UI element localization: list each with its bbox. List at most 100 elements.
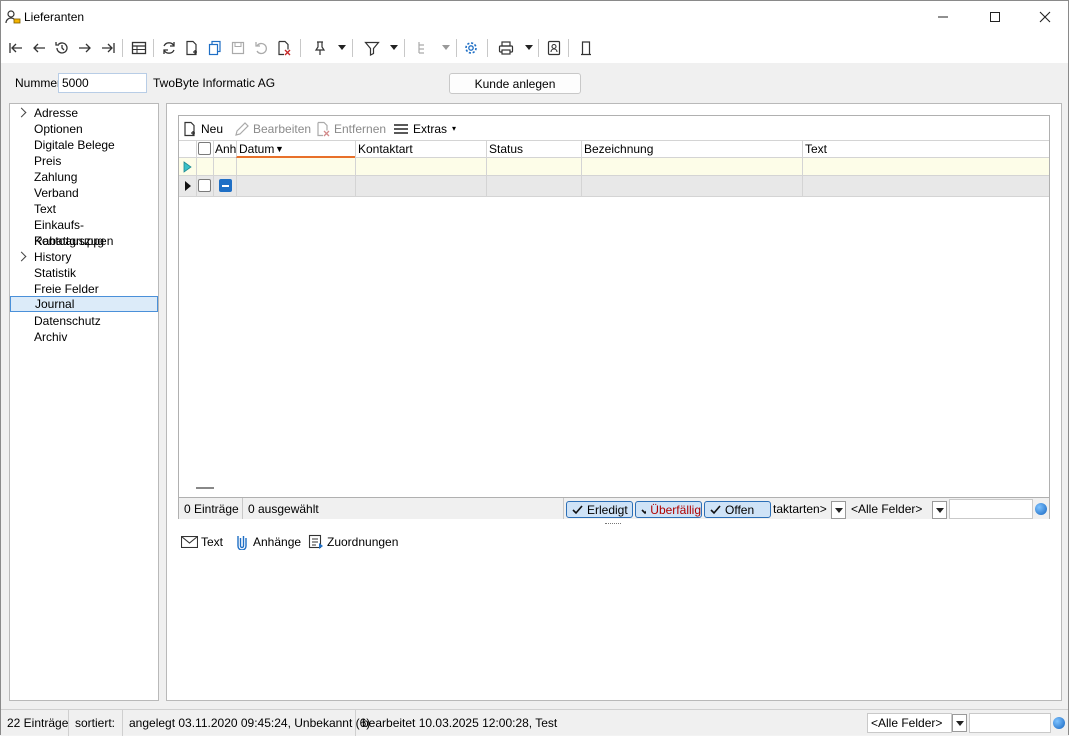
column-header-kontaktart[interactable]: Kontaktart bbox=[355, 141, 486, 158]
nav-item-optionen[interactable]: Optionen bbox=[10, 121, 158, 137]
printer-icon bbox=[498, 41, 514, 55]
nav-item-text[interactable]: Text bbox=[10, 201, 158, 217]
nav-item-preis[interactable]: Preis bbox=[10, 153, 158, 169]
nav-item-digitale-belege[interactable]: Digitale Belege bbox=[10, 137, 158, 153]
grid-cell bbox=[196, 176, 211, 196]
hierarchy-icon bbox=[418, 42, 424, 54]
statusbar-felder-dropdown-button[interactable] bbox=[952, 714, 967, 732]
anhaenge-tab[interactable]: Anhänge bbox=[235, 533, 301, 551]
chevron-down-icon: ▾ bbox=[452, 124, 457, 133]
filter-dropdown-arrow[interactable] bbox=[390, 45, 398, 50]
extras-menu[interactable]: Extras ▾ bbox=[393, 120, 456, 137]
grid-search-input[interactable] bbox=[949, 499, 1033, 519]
settings-button[interactable] bbox=[460, 37, 482, 59]
undo-icon bbox=[255, 42, 267, 55]
maximize-button[interactable] bbox=[972, 1, 1018, 33]
pin-button[interactable] bbox=[309, 37, 331, 59]
previous-record-button[interactable] bbox=[28, 37, 50, 59]
column-header-status[interactable]: Status bbox=[486, 141, 581, 158]
bearbeiten-button[interactable]: Bearbeiten bbox=[234, 120, 311, 137]
felder-dropdown-button[interactable] bbox=[932, 501, 947, 519]
search-globe-icon[interactable] bbox=[1035, 503, 1047, 515]
nummer-field[interactable]: 5000 bbox=[58, 73, 147, 93]
kunde-anlegen-button[interactable]: Kunde anlegen bbox=[449, 73, 581, 94]
contact-card-button[interactable] bbox=[543, 37, 565, 59]
minimize-button[interactable] bbox=[920, 1, 966, 33]
nav-item-kontoauszug[interactable]: Kontoauszug bbox=[10, 233, 158, 249]
column-label: Datum bbox=[239, 142, 275, 156]
filter-ueberfaellig-toggle[interactable]: Überfällig bbox=[635, 501, 702, 518]
entfernen-button[interactable]: Entfernen bbox=[315, 120, 386, 137]
select-all-checkbox[interactable] bbox=[198, 142, 211, 155]
arrow-left-icon bbox=[33, 43, 45, 53]
first-record-button[interactable] bbox=[5, 37, 27, 59]
nav-item-freie-felder[interactable]: Freie Felder bbox=[10, 281, 158, 297]
next-record-button[interactable] bbox=[74, 37, 96, 59]
chevron-right-icon[interactable] bbox=[16, 251, 27, 262]
grid-cell bbox=[581, 176, 582, 196]
undo-button[interactable] bbox=[250, 37, 272, 59]
status-created: angelegt 03.11.2020 09:45:24, Unbekannt … bbox=[123, 710, 370, 736]
hierarchy-dropdown-arrow[interactable] bbox=[442, 45, 450, 50]
nav-item-datenschutz[interactable]: Datenschutz bbox=[10, 313, 158, 329]
column-header-datum[interactable]: Datum ▼ bbox=[236, 141, 355, 158]
grid-cell bbox=[355, 176, 356, 196]
last-record-button[interactable] bbox=[97, 37, 119, 59]
statusbar-globe-icon[interactable] bbox=[1053, 717, 1065, 729]
toolbar-separator bbox=[487, 39, 488, 57]
kontaktarten-filter-combo[interactable]: taktarten> bbox=[773, 500, 829, 520]
extras-label: Extras bbox=[413, 121, 448, 136]
new-document-button[interactable] bbox=[181, 37, 203, 59]
nav-item-zahlung[interactable]: Zahlung bbox=[10, 169, 158, 185]
grid-cell bbox=[355, 158, 356, 175]
copy-button[interactable] bbox=[204, 37, 226, 59]
zuordnungen-tab[interactable]: Zuordnungen bbox=[308, 533, 398, 551]
company-name: TwoByte Informatic AG bbox=[153, 76, 276, 90]
nav-item-label: Digitale Belege bbox=[34, 138, 115, 152]
panel-splitter-grip[interactable] bbox=[605, 523, 621, 525]
filter-offen-toggle[interactable]: Offen bbox=[704, 501, 771, 518]
close-button[interactable] bbox=[1022, 1, 1068, 33]
nav-item-einkaufs-rabattgruppen[interactable]: Einkaufs-Rabattgruppen bbox=[10, 217, 158, 248]
column-header-anhaenge[interactable]: Anhänge bbox=[213, 141, 236, 158]
exit-button[interactable] bbox=[575, 37, 597, 59]
statusbar-search-input[interactable] bbox=[969, 713, 1051, 733]
history-button[interactable] bbox=[51, 37, 73, 59]
statusbar-felder-combo[interactable]: <Alle Felder> bbox=[867, 713, 952, 733]
refresh-button[interactable] bbox=[158, 37, 180, 59]
splitter-grip[interactable] bbox=[196, 487, 214, 489]
status-bar: 22 Einträge sortiert: angelegt 03.11.202… bbox=[1, 709, 1068, 736]
select-all-header bbox=[196, 141, 213, 158]
filter-erledigt-toggle[interactable]: Erledigt bbox=[566, 501, 633, 518]
nav-item-archiv[interactable]: Archiv bbox=[10, 329, 158, 345]
nav-item-journal[interactable]: Journal bbox=[10, 296, 158, 312]
table-view-button[interactable] bbox=[128, 37, 150, 59]
text-tab[interactable]: Text bbox=[181, 533, 223, 551]
column-header-bezeichnung[interactable]: Bezeichnung bbox=[581, 141, 802, 158]
print-button[interactable] bbox=[495, 37, 517, 59]
kontaktarten-dropdown-button[interactable] bbox=[831, 501, 846, 519]
pin-dropdown-arrow[interactable] bbox=[338, 45, 346, 50]
title-bar: Lieferanten bbox=[1, 1, 1068, 33]
nav-item-verband[interactable]: Verband bbox=[10, 185, 158, 201]
nav-item-statistik[interactable]: Statistik bbox=[10, 265, 158, 281]
group-row[interactable] bbox=[179, 176, 1049, 197]
filter-button[interactable] bbox=[361, 37, 383, 59]
save-button[interactable] bbox=[227, 37, 249, 59]
new-entry-row[interactable] bbox=[179, 158, 1049, 176]
felder-filter-combo[interactable]: <Alle Felder> bbox=[848, 500, 932, 520]
row-checkbox[interactable] bbox=[198, 179, 211, 192]
grid-entries-count: 0 Einträge bbox=[184, 502, 239, 516]
nav-item-adresse[interactable]: Adresse bbox=[10, 105, 158, 121]
row-indicator-header bbox=[179, 141, 196, 158]
chevron-right-icon[interactable] bbox=[16, 107, 27, 118]
print-dropdown-arrow[interactable] bbox=[525, 45, 533, 50]
nav-item-history[interactable]: History bbox=[10, 249, 158, 265]
hierarchy-button[interactable] bbox=[412, 37, 434, 59]
history-icon bbox=[55, 42, 68, 54]
column-header-text[interactable]: Text bbox=[802, 141, 1049, 158]
collapse-icon[interactable] bbox=[219, 179, 232, 192]
neu-button[interactable]: Neu bbox=[182, 120, 223, 137]
delete-record-button[interactable] bbox=[273, 37, 295, 59]
grid-cell bbox=[236, 158, 237, 175]
